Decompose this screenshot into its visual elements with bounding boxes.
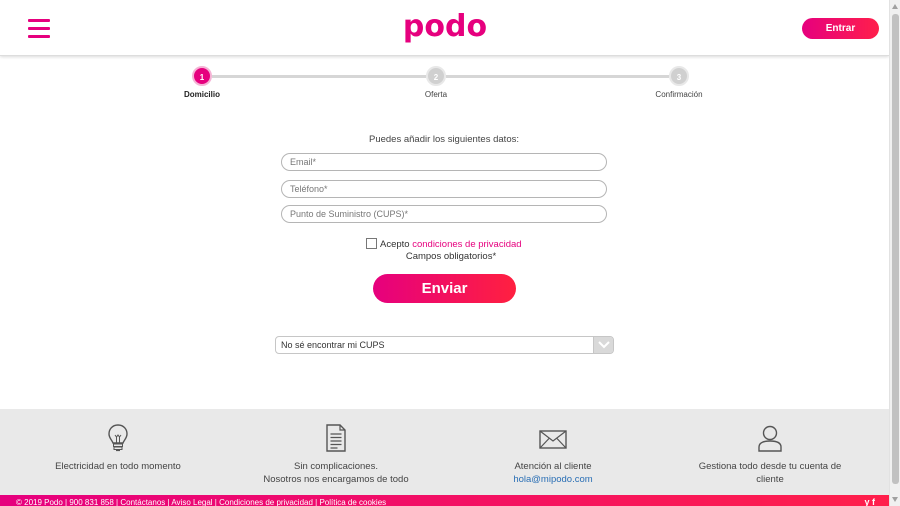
feature-account: Gestiona todo desde tu cuenta de cliente — [680, 409, 860, 486]
document-icon — [326, 424, 346, 452]
lightbulb-icon — [108, 424, 128, 452]
features-band: Electricidad en todo momento Sin complic… — [0, 409, 889, 495]
feature-text: Gestiona todo desde tu cuenta de — [698, 461, 842, 472]
footer-copyright: © 2019 Podo | 900 831 858 | Contáctanos … — [16, 498, 387, 506]
feature-text: Electricidad en todo momento — [55, 461, 181, 472]
scroll-down-icon[interactable] — [892, 497, 898, 502]
accept-label: Acepto — [380, 239, 413, 250]
stepper-line — [212, 75, 426, 78]
form-intro-text: Puedes añadir los siguientes datos: — [369, 134, 519, 145]
step-3-circle: 3 — [669, 66, 689, 86]
privacy-consent: Acepto condiciones de privacidad — [366, 238, 522, 250]
feature-text: Sin complicaciones. — [294, 461, 378, 472]
cups-help-selected: No sé encontrar mi CUPS — [281, 340, 385, 350]
required-fields-note: Campos obligatorios* — [405, 251, 497, 262]
step-2-circle: 2 — [426, 66, 446, 86]
chevron-down-icon[interactable] — [593, 337, 613, 353]
step-3-label: Confirmación — [655, 90, 703, 99]
login-button[interactable]: Entrar — [802, 18, 879, 39]
svg-text:podo: podo — [404, 9, 486, 44]
privacy-conditions-link[interactable]: condiciones de privacidad — [412, 239, 521, 250]
scrollbar-thumb[interactable] — [892, 14, 899, 484]
email-field[interactable] — [281, 153, 607, 171]
cups-field[interactable] — [281, 205, 607, 223]
feature-support: Atención al cliente hola@mipodo.com — [483, 409, 623, 486]
podo-logo[interactable]: podo — [404, 6, 486, 48]
progress-stepper: 1 2 3 Domicilio Oferta Confirmación — [0, 62, 889, 107]
feature-electricity: Electricidad en todo momento — [38, 409, 198, 473]
footer-bar: © 2019 Podo | 900 831 858 | Contáctanos … — [0, 495, 889, 506]
feature-text: Atención al cliente — [514, 461, 592, 472]
submit-button[interactable]: Enviar — [373, 274, 516, 303]
step-1-label: Domicilio — [183, 90, 220, 99]
step-1-circle: 1 — [192, 66, 212, 86]
social-icons[interactable]: y f — [864, 497, 875, 506]
top-header: podo Entrar — [0, 0, 889, 56]
envelope-icon — [539, 430, 567, 449]
user-icon — [758, 425, 782, 452]
feature-simplicity: Sin complicaciones. Nosotros nos encarga… — [246, 409, 426, 486]
cups-help-dropdown[interactable]: No sé encontrar mi CUPS — [275, 336, 614, 354]
privacy-checkbox[interactable] — [366, 238, 377, 249]
phone-field[interactable] — [281, 180, 607, 198]
feature-text: Nosotros nos encargamos de todo — [263, 474, 409, 485]
step-2-label: Oferta — [424, 90, 448, 99]
support-email-link[interactable]: hola@mipodo.com — [513, 474, 592, 485]
hamburger-menu-icon[interactable] — [28, 19, 50, 38]
feature-text: cliente — [756, 474, 784, 485]
page-scrollbar[interactable] — [889, 0, 900, 506]
scroll-up-icon[interactable] — [892, 4, 898, 9]
stepper-line — [446, 75, 669, 78]
